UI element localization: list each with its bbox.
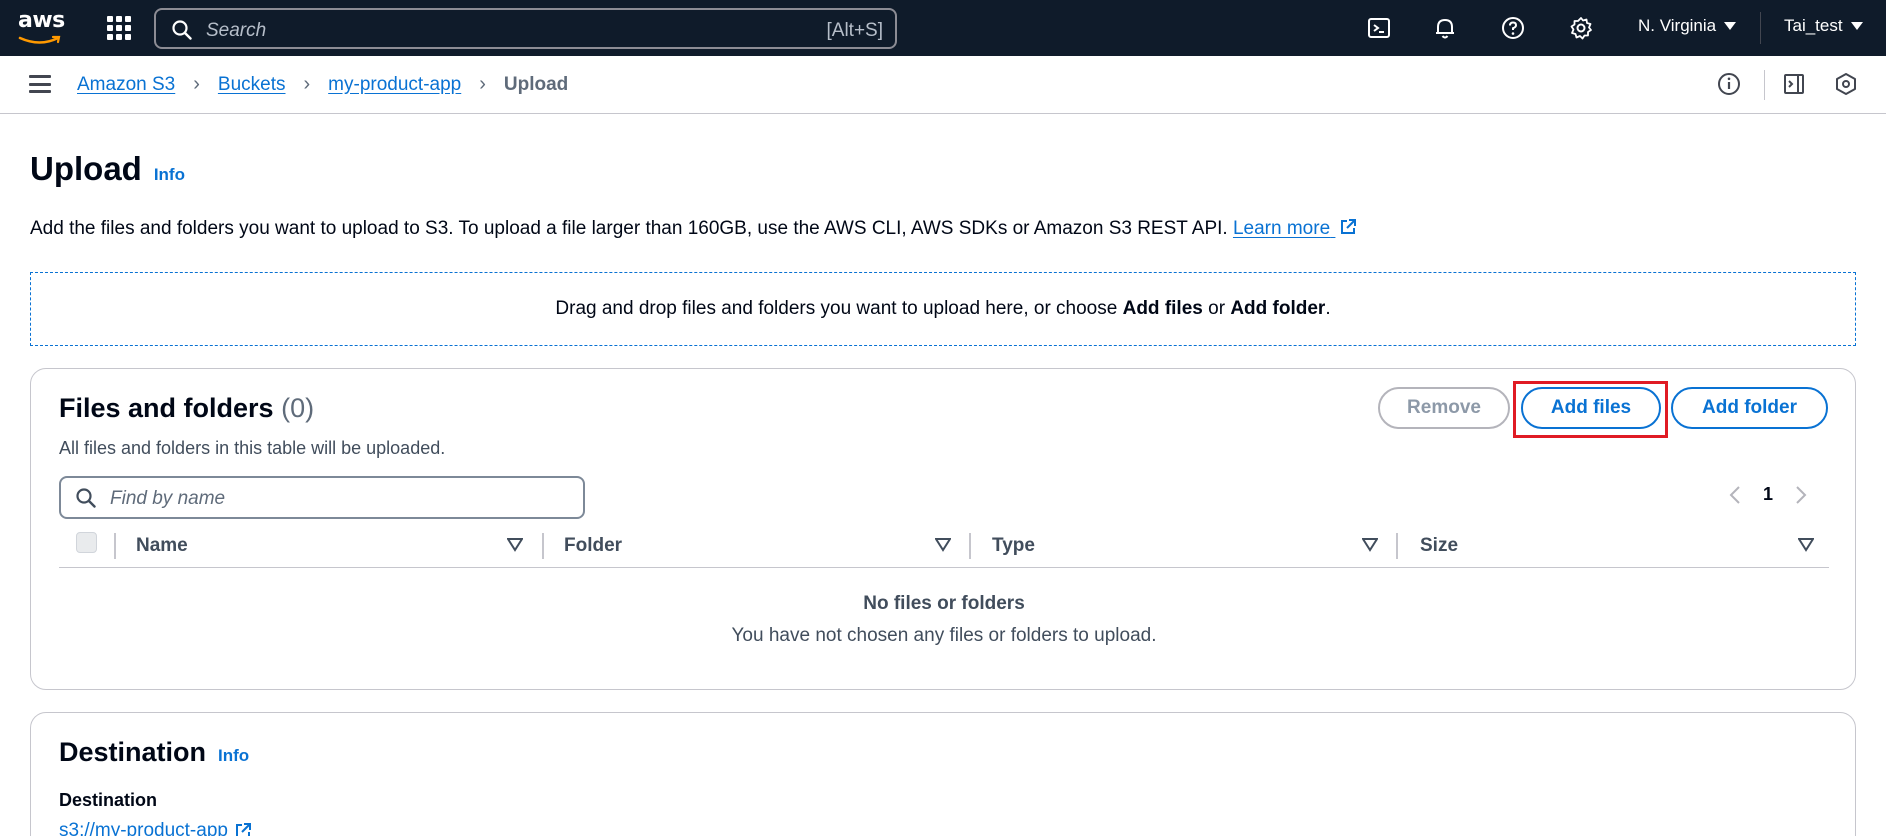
learn-more-link[interactable]: Learn more (1233, 218, 1357, 239)
search-input[interactable]: Search [Alt+S] (154, 8, 897, 49)
column-divider (542, 533, 544, 559)
page-header: Upload Info (30, 150, 185, 188)
breadcrumb-buckets[interactable]: Buckets (218, 74, 286, 96)
caret-down-icon (1724, 22, 1737, 30)
page-number[interactable]: 1 (1763, 484, 1773, 505)
account-label: Tai_test (1784, 16, 1843, 35)
destination-title: Destination (59, 737, 207, 767)
files-panel-subtitle: All files and folders in this table will… (59, 438, 446, 458)
info-link[interactable]: Info (154, 165, 185, 185)
search-shortcut-hint: [Alt+S] (826, 20, 884, 41)
region-label: N. Virginia (1638, 16, 1717, 35)
upload-dropzone[interactable]: Drag and drop files and folders you want… (30, 272, 1856, 346)
files-count: (0) (281, 393, 315, 423)
chevron-right-icon[interactable] (1795, 485, 1807, 505)
sort-icon[interactable] (1362, 538, 1378, 552)
table-header: Name Folder Type Size (59, 532, 1829, 568)
chevron-right-icon: › (303, 73, 311, 95)
nav-divider (1760, 12, 1761, 44)
destination-header: Destination Info (59, 737, 249, 768)
find-by-name-input[interactable]: Find by name (59, 476, 585, 519)
breadcrumb: Amazon S3 › Buckets › my-product-app › U… (77, 73, 568, 96)
aws-logo-text: aws (18, 8, 65, 33)
external-link-icon (235, 823, 251, 836)
sort-icon[interactable] (1798, 538, 1814, 552)
destination-info-link[interactable]: Info (218, 746, 249, 766)
breadcrumb-amazon-s3[interactable]: Amazon S3 (77, 74, 175, 96)
remove-button[interactable]: Remove (1378, 387, 1510, 429)
filter-placeholder: Find by name (110, 488, 226, 509)
chevron-right-icon: › (479, 73, 486, 95)
chevron-right-icon: › (193, 73, 200, 95)
add-folder-button[interactable]: Add folder (1671, 387, 1828, 429)
bell-icon[interactable] (1432, 15, 1458, 41)
column-divider (969, 533, 971, 559)
services-grid-icon[interactable] (107, 16, 131, 40)
settings-icon[interactable] (1568, 15, 1594, 41)
sort-icon[interactable] (507, 538, 523, 552)
page-title: Upload (30, 150, 142, 187)
breadcrumb-bar: Amazon S3 › Buckets › my-product-app › U… (0, 56, 1886, 114)
pagination: 1 (1729, 484, 1807, 505)
empty-state-subtitle: You have not chosen any files or folders… (731, 625, 1157, 646)
search-icon (172, 20, 192, 40)
sort-icon[interactable] (935, 538, 951, 552)
files-panel-title-text: Files and folders (59, 393, 274, 423)
destination-link[interactable]: s3://my-product-app (59, 820, 252, 836)
dropzone-text: Drag and drop files and folders you want… (555, 298, 1118, 319)
breadcrumb-current: Upload (503, 73, 569, 95)
destination-label: Destination (59, 790, 158, 810)
external-link-icon (1341, 219, 1357, 234)
region-selector[interactable]: N. Virginia (1638, 16, 1737, 36)
caret-down-icon (1850, 22, 1863, 30)
column-header-size[interactable]: Size (1420, 532, 1458, 560)
side-panel-icon[interactable] (1782, 72, 1806, 96)
column-divider (114, 533, 116, 559)
aws-smile-icon (18, 35, 61, 44)
breadcrumb-bucket-name[interactable]: my-product-app (328, 74, 461, 96)
cloudshell-icon[interactable] (1366, 15, 1392, 41)
dropzone-add-files: Add files (1122, 298, 1203, 319)
files-panel-title: Files and folders (0) (59, 393, 314, 424)
dropzone-period: . (1325, 298, 1331, 319)
search-placeholder: Search (206, 20, 267, 41)
search-icon (76, 488, 96, 508)
empty-state-title: No files or folders (863, 593, 1025, 614)
hexagon-icon[interactable] (1834, 72, 1858, 96)
dropzone-or: or (1208, 298, 1226, 319)
column-header-type[interactable]: Type (992, 532, 1035, 560)
destination-panel: Destination Info Destination s3://my-pro… (30, 712, 1856, 836)
column-header-name[interactable]: Name (136, 532, 188, 560)
description-text: Add the files and folders you want to up… (30, 218, 1228, 239)
top-navigation: aws Search [Alt+S] N. Virginia Tai_test (0, 0, 1886, 56)
aws-logo[interactable]: aws (18, 10, 66, 44)
column-divider (1396, 533, 1398, 559)
help-icon[interactable] (1500, 15, 1526, 41)
page-description: Add the files and folders you want to up… (30, 218, 1357, 240)
select-all-checkbox[interactable] (76, 532, 97, 553)
info-panel-icon[interactable] (1717, 72, 1741, 96)
highlight-box (1513, 381, 1668, 438)
account-menu[interactable]: Tai_test (1784, 16, 1863, 36)
menu-icon[interactable] (29, 75, 51, 93)
dropzone-add-folder: Add folder (1230, 298, 1326, 319)
column-header-folder[interactable]: Folder (564, 532, 622, 560)
tools-divider (1764, 70, 1765, 100)
chevron-left-icon[interactable] (1729, 485, 1741, 505)
